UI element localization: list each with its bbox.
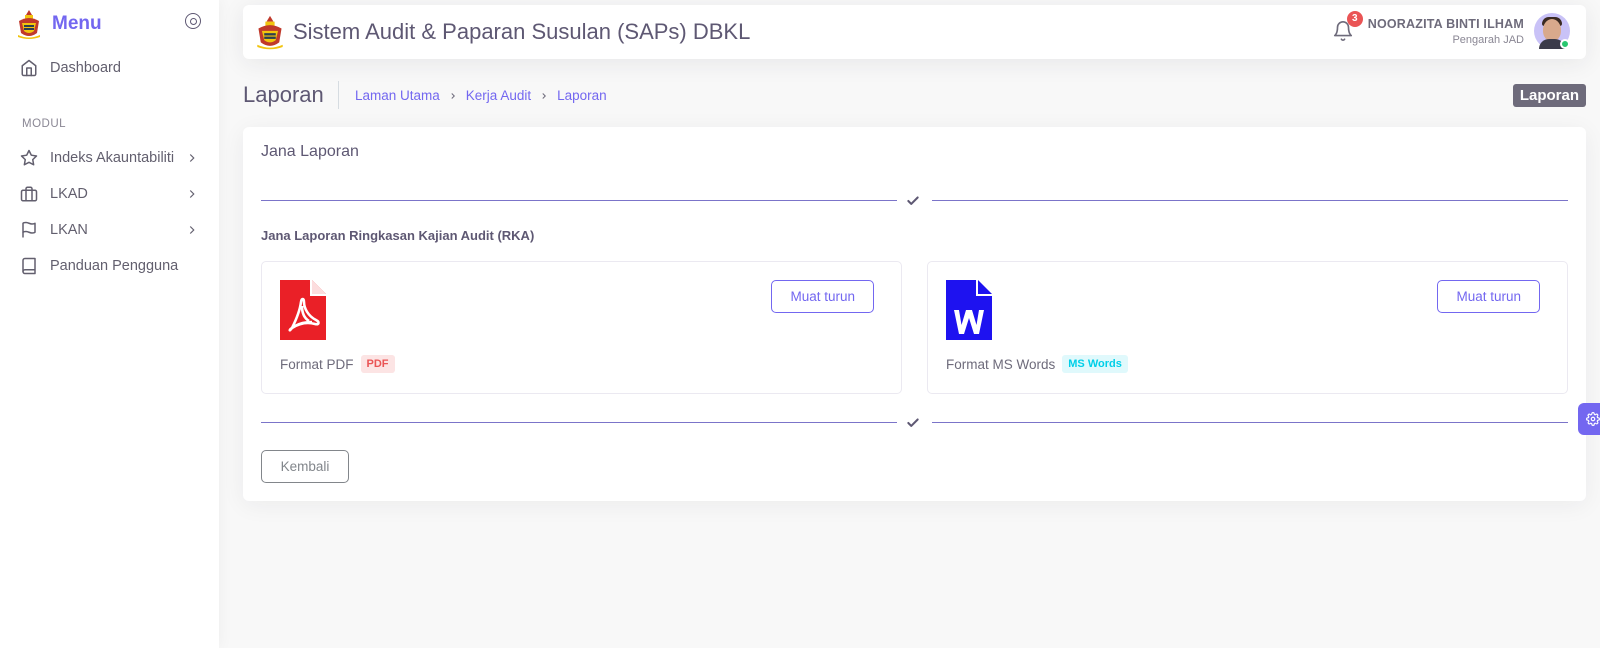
format-label: Format PDF PDF — [280, 355, 395, 373]
dbkl-logo-icon — [257, 15, 283, 50]
format-badge-pdf: PDF — [360, 355, 395, 373]
download-card-word: Format MS Words MS Words Muat turun — [927, 261, 1568, 394]
briefcase-icon — [20, 186, 38, 202]
divider — [261, 416, 1568, 430]
divider — [261, 194, 1568, 208]
sidebar-item-indeks-akauntabiliti[interactable]: Indeks Akauntabiliti — [0, 140, 219, 176]
flag-icon — [22, 221, 36, 238]
download-card-pdf: Format PDF PDF Muat turun — [261, 261, 902, 394]
sidebar-item-label: Dashboard — [50, 60, 121, 76]
chevron-right-icon — [189, 226, 195, 234]
download-pdf-button[interactable]: Muat turun — [771, 280, 874, 313]
notification-count-badge: 3 — [1346, 11, 1363, 27]
sidebar-item-panduan-pengguna[interactable]: Panduan Pengguna — [0, 248, 219, 284]
section-label: Jana Laporan Ringkasan Kajian Audit (RKA… — [261, 228, 535, 243]
sidebar-item-label: Indeks Akauntabiliti — [50, 150, 175, 166]
word-file-icon — [946, 280, 992, 340]
breadcrumb-item-home[interactable]: Laman Utama — [355, 88, 440, 103]
top-navbar: Sistem Audit & Paparan Susulan (SAPs) DB… — [243, 5, 1586, 59]
chevron-right-icon — [189, 190, 195, 198]
sidebar-item-label: Panduan Pengguna — [50, 258, 179, 274]
sidebar-item-lkan[interactable]: LKAN — [0, 212, 219, 248]
avatar[interactable] — [1534, 13, 1570, 49]
page-chip-label: Laporan — [1512, 84, 1586, 107]
format-badge-word: MS Words — [1062, 355, 1128, 373]
pdf-file-icon — [280, 280, 326, 340]
sidebar-item-dashboard[interactable]: Dashboard — [0, 50, 219, 86]
app-title: Sistem Audit & Paparan Susulan (SAPs) DB… — [293, 19, 751, 44]
star-icon — [20, 149, 38, 166]
sidebar-section-header: MODUL — [22, 118, 67, 130]
chevron-right-icon — [451, 92, 455, 99]
navbar-user-area: 3 NOORAZITA BINTI ILHAM Pengarah JAD — [1332, 11, 1570, 49]
dbkl-logo-icon — [18, 10, 40, 39]
breadcrumb: Laman Utama Kerja Audit Laporan — [355, 88, 607, 103]
report-card: Jana Laporan Jana Laporan Ringkasan Kaji… — [243, 127, 1586, 501]
sidebar-item-lkad[interactable]: LKAD — [0, 176, 219, 212]
download-word-button[interactable]: Muat turun — [1437, 280, 1540, 313]
check-icon — [907, 418, 919, 427]
back-button[interactable]: Kembali — [261, 450, 349, 483]
home-icon — [21, 59, 37, 77]
sidebar-item-label: LKAD — [50, 186, 88, 202]
format-label: Format MS Words MS Words — [946, 355, 1128, 373]
user-name: NOORAZITA BINTI ILHAM — [1367, 16, 1524, 31]
breadcrumb-item-kerja-audit[interactable]: Kerja Audit — [466, 88, 531, 103]
customizer-toggle-button[interactable] — [1578, 403, 1600, 435]
sidebar: Menu Dashboard MODUL Indeks Akauntabilit… — [0, 0, 219, 648]
breadcrumb-item-laporan: Laporan — [557, 88, 607, 103]
book-icon — [22, 257, 36, 275]
page-title: Laporan — [243, 81, 339, 109]
sidebar-toggle-icon[interactable] — [185, 13, 201, 29]
sidebar-brand: Menu — [0, 0, 219, 48]
chevron-right-icon — [542, 92, 547, 99]
check-icon — [907, 196, 919, 205]
gear-icon — [1586, 412, 1600, 426]
sidebar-item-label: LKAN — [50, 222, 88, 238]
sidebar-title: Menu — [52, 13, 102, 34]
chevron-right-icon — [189, 154, 195, 162]
notification-button[interactable]: 3 — [1332, 11, 1363, 42]
online-status-dot — [1560, 39, 1570, 49]
card-title: Jana Laporan — [261, 143, 359, 160]
user-role: Pengarah JAD — [1452, 33, 1524, 46]
user-info[interactable]: NOORAZITA BINTI ILHAM Pengarah JAD — [1368, 17, 1524, 46]
